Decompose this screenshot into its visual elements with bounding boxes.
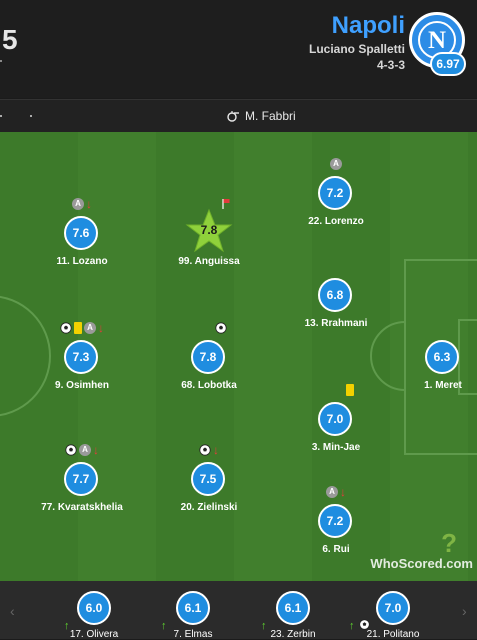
sub-elmas[interactable]: 6.1 ↑ 7. Elmas — [143, 587, 243, 640]
sub-off-icon: ↓ — [213, 443, 219, 457]
player-meret[interactable]: 6.3 1. Meret — [393, 320, 477, 400]
yellow-card-icon — [346, 384, 354, 396]
player-zielinski[interactable]: ↓ 7.5 20. Zielinski — [159, 442, 259, 522]
player-rating: 7.3 — [64, 340, 98, 374]
player-rating: 6.3 — [425, 340, 459, 374]
player-name: 77. Kvaratskhelia — [41, 502, 123, 513]
player-name: 21. Politano — [366, 629, 420, 640]
assist-badge: A — [79, 444, 91, 456]
player-name: 1. Meret — [424, 380, 462, 391]
team-name[interactable]: Napoli — [332, 12, 405, 40]
player-events: A — [286, 156, 386, 172]
team-header: 5 Napoli Luciano Spalletti 4-3-3 N 6.97 — [0, 0, 477, 98]
assist-badge: A — [84, 322, 96, 334]
player-rrahmani[interactable]: 6.8 13. Rrahmani — [286, 258, 386, 338]
player-lorenzo[interactable]: A 7.2 22. Lorenzo — [286, 156, 386, 236]
player-name: 11. Lozano — [56, 256, 108, 267]
player-rating: 7.5 — [191, 462, 225, 496]
player-name: 6. Rui — [322, 544, 350, 555]
player-name: 68. Lobotka — [181, 380, 237, 391]
player-name: 99. Anguissa — [178, 256, 240, 267]
separator-dot — [0, 115, 2, 117]
sub-off-icon: ↓ — [340, 485, 346, 499]
player-rating: 7.2 — [318, 504, 352, 538]
substitutes-bar: ‹ 6.0 ↑ 17. Olivera 6.1 ↑ 7. Elmas 6.1 ↑… — [0, 581, 477, 640]
team-rating-badge: 6.97 — [430, 52, 466, 76]
pitch: A ↓ 7.6 11. Lozano 7.8 99. Anguissa A 7.… — [0, 132, 477, 581]
player-name: 7. Elmas — [173, 629, 213, 640]
bench-prev-button[interactable]: ‹ — [10, 603, 15, 619]
assist-badge: A — [326, 486, 338, 498]
player-name: 13. Rrahmani — [304, 318, 368, 329]
player-name: 20. Zielinski — [180, 502, 238, 513]
crest-letter: N — [427, 27, 447, 54]
player-kvaratskhelia[interactable]: A ↓ 7.7 77. Kvaratskhelia — [32, 442, 132, 522]
player-rating: 6.8 — [318, 278, 352, 312]
sub-off-icon: ↓ — [98, 321, 104, 335]
player-lobotka[interactable]: 7.8 68. Lobotka — [159, 320, 259, 400]
player-name: 23. Zerbin — [270, 629, 316, 640]
player-rating: 7.0 — [376, 591, 410, 625]
player-rui[interactable]: A ↓ 7.2 6. Rui — [286, 484, 386, 564]
player-events — [159, 320, 259, 336]
bench-next-button[interactable]: › — [462, 603, 467, 619]
sub-olivera[interactable]: 6.0 ↑ 17. Olivera — [44, 587, 144, 640]
player-rating: 7.8 — [191, 340, 225, 374]
header-dot — [0, 60, 2, 62]
player-name: 17. Olivera — [69, 629, 119, 640]
assist-badge: A — [72, 198, 84, 210]
player-name: 3. Min-Jae — [311, 442, 361, 453]
yellow-card-icon — [74, 322, 82, 334]
player-osimhen[interactable]: A ↓ 7.3 9. Osimhen — [32, 320, 132, 400]
player-min-jae[interactable]: 7.0 3. Min-Jae — [286, 382, 386, 462]
player-rating: 7.7 — [64, 462, 98, 496]
player-rating: 6.0 — [77, 591, 111, 625]
score-fragment: 5 — [2, 24, 18, 55]
player-name: 22. Lorenzo — [308, 216, 364, 227]
whoscored-logo-mark: ? — [441, 528, 457, 558]
player-rating: 7.8 — [200, 223, 218, 237]
player-rating: 7.2 — [318, 176, 352, 210]
player-lozano[interactable]: A ↓ 7.6 11. Lozano — [32, 196, 132, 276]
player-events: A ↓ — [286, 484, 386, 500]
referee-bar: M. Fabbri — [0, 99, 477, 133]
referee-name: M. Fabbri — [245, 109, 296, 123]
sub-off-icon: ↓ — [93, 443, 99, 457]
goal-ball-icon — [215, 322, 227, 334]
player-events: ↓ — [159, 442, 259, 458]
sub-zerbin[interactable]: 6.1 ↑ 23. Zerbin — [243, 587, 343, 640]
player-rating: 6.1 — [176, 591, 210, 625]
player-rating: 7.0 — [318, 402, 352, 436]
goal-ball-icon — [65, 444, 77, 456]
player-events: A ↓ — [32, 320, 132, 336]
goal-ball-icon — [199, 444, 211, 456]
goal-ball-icon — [60, 322, 72, 334]
player-rating: 7.6 — [64, 216, 98, 250]
assist-badge: A — [330, 158, 342, 170]
sub-off-icon: ↓ — [86, 197, 92, 211]
formation: 4-3-3 — [376, 58, 405, 72]
sub-politano[interactable]: 7.0 ↑ 21. Politano — [343, 587, 443, 640]
player-events: A ↓ — [32, 442, 132, 458]
player-events — [286, 382, 386, 398]
separator-dot — [30, 115, 32, 117]
player-events: A ↓ — [32, 196, 132, 212]
player-name: 9. Osimhen — [55, 380, 109, 391]
player-rating: 6.1 — [276, 591, 310, 625]
whoscored-watermark: WhoScored.com — [370, 556, 473, 571]
whistle-icon — [227, 111, 239, 122]
manager-name: Luciano Spalletti — [308, 42, 405, 56]
player-anguissa[interactable]: 7.8 99. Anguissa — [159, 196, 259, 276]
